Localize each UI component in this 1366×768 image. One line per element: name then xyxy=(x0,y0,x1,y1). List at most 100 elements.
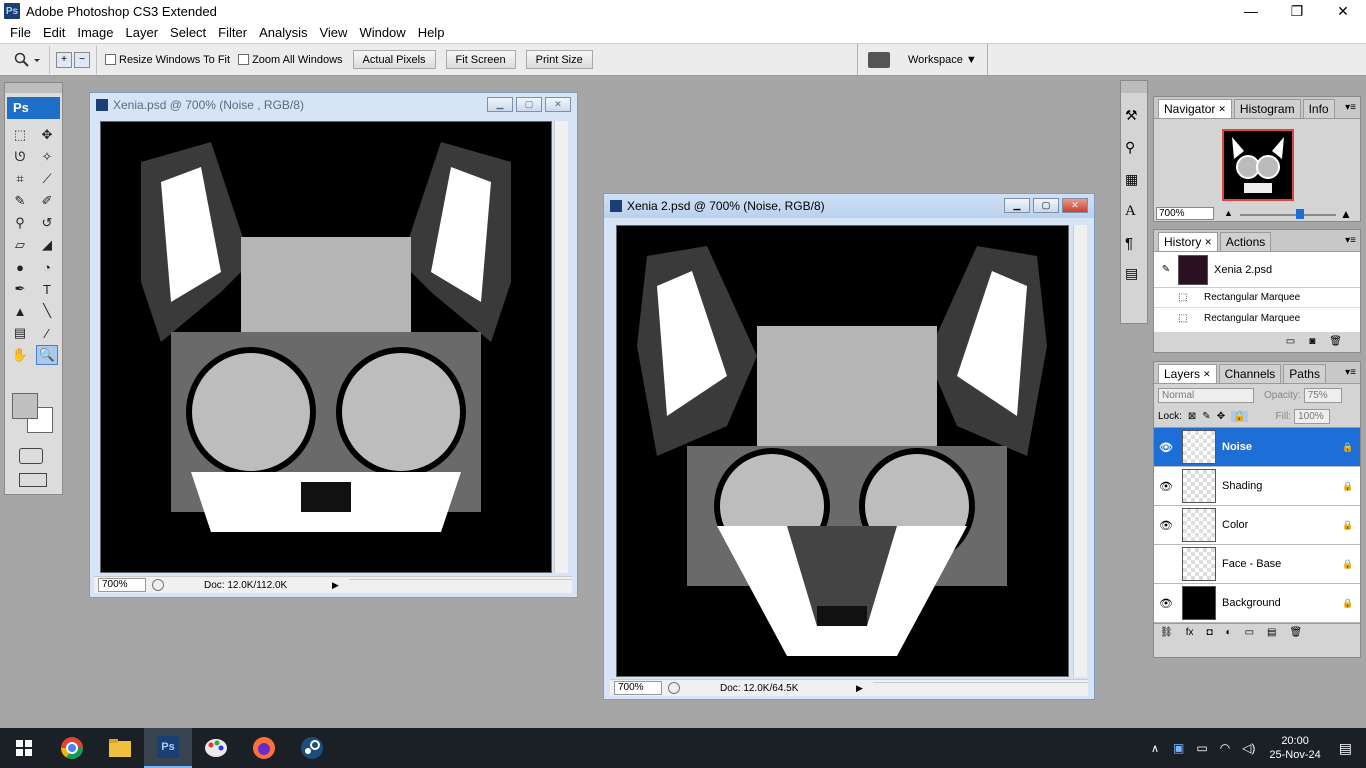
fit-screen-button[interactable]: Fit Screen xyxy=(445,50,516,69)
minimize-button[interactable]: — xyxy=(1228,0,1274,22)
zoom-all-windows-checkbox[interactable]: Zoom All Windows xyxy=(238,54,343,66)
dodge-icon[interactable]: ◔ xyxy=(36,257,58,277)
doc-minimize-button[interactable]: ▁ xyxy=(487,97,513,112)
vertical-scrollbar[interactable] xyxy=(1073,225,1087,677)
zoom-out-icon[interactable]: − xyxy=(74,51,90,68)
slice-icon[interactable]: ⟋ xyxy=(36,169,58,189)
opacity-field[interactable]: 75% xyxy=(1303,387,1342,403)
history-item[interactable]: ⬚ Rectangular Marquee xyxy=(1154,288,1360,308)
clone-source-icon[interactable]: ▦ xyxy=(1125,171,1143,189)
menu-edit[interactable]: Edit xyxy=(37,25,71,40)
menu-image[interactable]: Image xyxy=(71,25,119,40)
new-layer-icon[interactable]: ▤ xyxy=(1267,627,1276,638)
zoom-out-mountain-icon[interactable]: ▲ xyxy=(1224,208,1233,218)
lock-all-icon[interactable]: 🔒 xyxy=(1231,411,1248,422)
marquee-icon[interactable]: ⬚ xyxy=(9,125,31,145)
tab-layers[interactable]: Layers ✕ xyxy=(1158,364,1217,383)
status-info-icon[interactable] xyxy=(152,579,164,591)
tab-info[interactable]: Info xyxy=(1302,99,1335,118)
navigator-zoom-slider-thumb[interactable] xyxy=(1296,209,1304,219)
paint-bucket-icon[interactable]: ◢ xyxy=(36,235,58,255)
magic-wand-icon[interactable]: ✧ xyxy=(36,147,58,167)
paint-icon[interactable] xyxy=(192,728,240,768)
hand-icon[interactable]: ✋ xyxy=(9,345,31,365)
photoshop-icon[interactable]: Ps xyxy=(144,728,192,768)
visibility-eye-icon[interactable]: 👁 xyxy=(1154,480,1178,493)
visibility-eye-icon[interactable]: 👁 xyxy=(1154,441,1178,454)
panel-menu-icon[interactable]: ▾≡ xyxy=(1345,102,1356,113)
tab-history[interactable]: History ✕ xyxy=(1158,232,1218,251)
network-tray-icon[interactable]: ▣ xyxy=(1173,741,1184,755)
new-document-icon[interactable]: ▭ xyxy=(1286,336,1295,347)
close-tab-icon[interactable]: ✕ xyxy=(1204,237,1212,248)
history-brush-source-icon[interactable]: ✎ xyxy=(1154,264,1178,275)
system-clock[interactable]: 20:00 25-Nov-24 xyxy=(1269,734,1320,762)
pen-icon[interactable]: ✒ xyxy=(9,279,31,299)
status-menu-arrow-icon[interactable]: ▶ xyxy=(332,580,339,591)
zoom-field[interactable]: 700% xyxy=(614,681,662,695)
bridge-icon[interactable] xyxy=(868,51,890,68)
brushes-icon[interactable]: ⚲ xyxy=(1125,139,1143,157)
canvas[interactable] xyxy=(100,121,552,573)
firefox-icon[interactable] xyxy=(240,728,288,768)
print-size-button[interactable]: Print Size xyxy=(525,50,593,69)
history-brush-icon[interactable]: ↺ xyxy=(36,213,58,233)
layer-row[interactable]: 👁 Color 🔒 xyxy=(1154,506,1360,545)
document-window-xenia-2[interactable]: Xenia 2.psd @ 700% (Noise, RGB/8) ▁ ▢ ✕ … xyxy=(603,193,1095,700)
history-snapshot[interactable]: ✎ Xenia 2.psd xyxy=(1154,252,1360,288)
workspace-menu[interactable]: Workspace ▼ xyxy=(908,54,977,66)
character-icon[interactable]: A xyxy=(1125,203,1143,221)
blend-mode-select[interactable]: Normal xyxy=(1158,387,1254,403)
show-hidden-icons-icon[interactable]: ∧ xyxy=(1151,742,1159,755)
tool-presets-icon[interactable]: ⚒ xyxy=(1125,107,1143,125)
lock-position-icon[interactable]: ✥ xyxy=(1217,411,1225,422)
panel-menu-icon[interactable]: ▾≡ xyxy=(1345,367,1356,378)
camera-icon[interactable]: ◙ xyxy=(1309,336,1315,347)
status-info-icon[interactable] xyxy=(668,682,680,694)
notifications-icon[interactable]: ▤ xyxy=(1339,740,1352,757)
tab-navigator[interactable]: Navigator ✕ xyxy=(1158,99,1232,118)
healing-brush-icon[interactable]: ✎ xyxy=(9,191,31,211)
brush-icon[interactable]: ✐ xyxy=(36,191,58,211)
doc-minimize-button[interactable]: ▁ xyxy=(1004,198,1030,213)
layer-row[interactable]: 👁 Noise 🔒 xyxy=(1154,428,1360,467)
panel-menu-icon[interactable]: ▾≡ xyxy=(1345,235,1356,246)
wifi-icon[interactable]: ◠ xyxy=(1220,741,1230,755)
doc-maximize-button[interactable]: ▢ xyxy=(1033,198,1059,213)
document-window-xenia[interactable]: Xenia.psd @ 700% (Noise , RGB/8) ▁ ▢ ✕ 7… xyxy=(89,92,578,598)
tab-actions[interactable]: Actions xyxy=(1219,232,1272,251)
menu-filter[interactable]: Filter xyxy=(212,25,253,40)
close-button[interactable]: ✕ xyxy=(1320,0,1366,22)
adjustment-layer-icon[interactable]: ◐ xyxy=(1226,627,1232,638)
steam-icon[interactable] xyxy=(288,728,336,768)
menu-select[interactable]: Select xyxy=(164,25,212,40)
windows-start-icon[interactable] xyxy=(0,728,48,768)
canvas[interactable] xyxy=(616,225,1069,677)
notes-icon[interactable]: ▤ xyxy=(9,323,31,343)
layer-row[interactable]: 👁 Background 🔒 xyxy=(1154,584,1360,623)
tab-histogram[interactable]: Histogram xyxy=(1233,99,1301,118)
menu-view[interactable]: View xyxy=(313,25,353,40)
eyedropper-icon[interactable]: ⁄ xyxy=(36,323,58,343)
layer-style-icon[interactable]: fx xyxy=(1186,627,1194,638)
menu-file[interactable]: File xyxy=(4,25,37,40)
lock-image-icon[interactable]: ✎ xyxy=(1202,411,1210,422)
paragraph-icon[interactable]: ¶ xyxy=(1125,235,1143,253)
lasso-icon[interactable]: ᘎ xyxy=(9,147,31,167)
screen-mode-icon[interactable] xyxy=(19,473,47,487)
move-icon[interactable]: ✥ xyxy=(36,125,58,145)
tool-preset-picker[interactable] xyxy=(0,45,50,74)
navigator-zoom-field[interactable]: 700% xyxy=(1156,207,1214,220)
crop-icon[interactable]: ⌗ xyxy=(9,169,31,189)
quick-mask-icon[interactable] xyxy=(19,448,43,464)
tab-channels[interactable]: Channels xyxy=(1218,364,1282,383)
navigator-thumbnail[interactable] xyxy=(1222,129,1294,201)
trash-icon[interactable]: 🗑 xyxy=(1329,336,1342,347)
layer-row[interactable]: Face - Base 🔒 xyxy=(1154,545,1360,584)
link-layers-icon[interactable]: ⛓ xyxy=(1160,627,1173,638)
close-tab-icon[interactable]: ✕ xyxy=(1203,369,1211,380)
zoom-in-icon[interactable]: + xyxy=(56,51,72,68)
foreground-color-swatch[interactable] xyxy=(12,393,38,419)
menu-layer[interactable]: Layer xyxy=(120,25,165,40)
horizontal-scrollbar[interactable] xyxy=(348,579,572,591)
